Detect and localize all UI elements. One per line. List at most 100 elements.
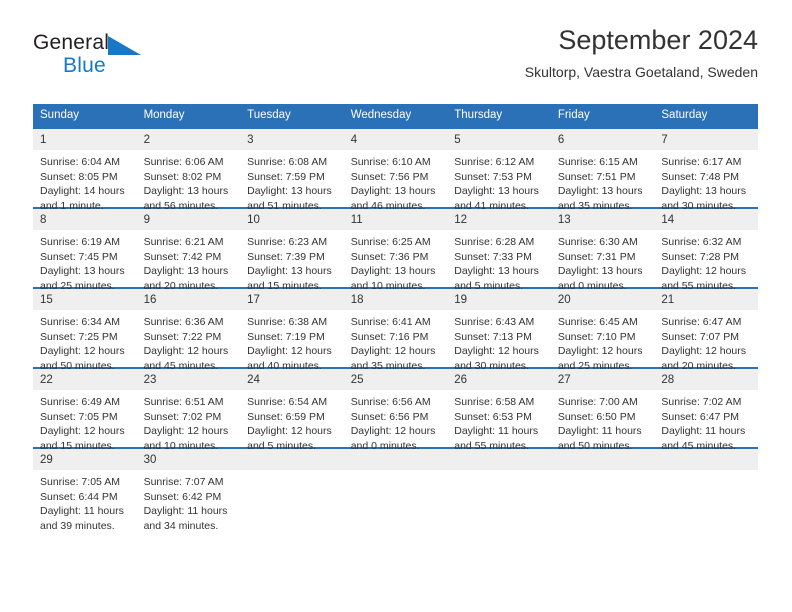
day-cell[interactable]: 20 Sunrise: 6:45 AM Sunset: 7:10 PM Dayligh… [550, 287, 655, 372]
daylight-text-line1: Daylight: 12 hours [143, 425, 229, 438]
sunset-text: Sunset: 7:53 PM [454, 170, 532, 183]
sunset-text: Sunset: 7:45 PM [40, 250, 118, 263]
day-cell[interactable]: 21 Sunrise: 6:47 AM Sunset: 7:07 PM Dayligh… [654, 287, 758, 372]
day-number: 20 [550, 289, 655, 310]
day-cell[interactable]: 23 Sunrise: 6:51 AM Sunset: 7:02 PM Dayligh… [136, 367, 241, 452]
sunrise-text: Sunrise: 6:19 AM [40, 236, 120, 248]
sunset-text: Sunset: 6:47 PM [661, 410, 740, 423]
daylight-text-line1: Daylight: 13 hours [247, 185, 332, 198]
day-details: Sunrise: 7:02 AM Sunset: 6:47 PM Daylight:… [654, 390, 758, 453]
page-subtitle: Skultorp, Vaestra Goetaland, Sweden [524, 64, 758, 80]
brand-logo: General Blue [33, 32, 233, 86]
sunset-text: Sunset: 7:28 PM [661, 250, 740, 263]
sunset-text: Sunset: 7:36 PM [350, 250, 429, 263]
day-number: 4 [343, 129, 448, 150]
day-cell[interactable]: 13 Sunrise: 6:30 AM Sunset: 7:31 PM Dayligh… [550, 207, 655, 292]
day-cell[interactable]: 8 Sunrise: 6:19 AM Sunset: 7:45 PM Daylight… [33, 207, 137, 292]
day-cell[interactable]: 18 Sunrise: 6:41 AM Sunset: 7:16 PM Dayligh… [343, 287, 448, 372]
day-cell[interactable]: 9 Sunrise: 6:21 AM Sunset: 7:42 PM Daylight… [136, 207, 241, 292]
day-number: 21 [654, 289, 758, 310]
day-cell[interactable]: 25 Sunrise: 6:56 AM Sunset: 6:56 PM Dayligh… [343, 367, 448, 452]
day-number: 5 [447, 129, 551, 150]
day-cell[interactable]: 22 Sunrise: 6:49 AM Sunset: 7:05 PM Dayligh… [33, 367, 137, 452]
day-cell[interactable]: 12 Sunrise: 6:28 AM Sunset: 7:33 PM Dayligh… [447, 207, 551, 292]
day-cell[interactable]: 7 Sunrise: 6:17 AM Sunset: 7:48 PM Daylight… [654, 127, 758, 212]
sunrise-text: Sunrise: 7:07 AM [143, 476, 224, 488]
day-cell[interactable]: 6 Sunrise: 6:15 AM Sunset: 7:51 PM Daylight… [550, 127, 655, 212]
day-details: Sunrise: 6:12 AM Sunset: 7:53 PM Daylight:… [447, 150, 551, 213]
day-number: 19 [447, 289, 551, 310]
day-details: Sunrise: 6:41 AM Sunset: 7:16 PM Daylight:… [344, 310, 448, 373]
daylight-text-line1: Daylight: 12 hours [350, 425, 436, 438]
sunrise-text: Sunrise: 7:05 AM [40, 476, 120, 488]
column-header-tuesday: Tuesday [240, 104, 344, 128]
sunrise-text: Sunrise: 6:23 AM [247, 236, 328, 248]
day-cell[interactable]: 19 Sunrise: 6:43 AM Sunset: 7:13 PM Dayligh… [447, 287, 551, 372]
day-number: 28 [654, 369, 758, 390]
calendar-header-row: Sunday Monday Tuesday Wednesday Thursday… [33, 104, 758, 128]
day-cell[interactable]: 2 Sunrise: 6:06 AM Sunset: 8:02 PM Daylight… [136, 127, 241, 212]
day-number: 25 [343, 369, 448, 390]
day-number: 6 [550, 129, 655, 150]
day-cell[interactable]: 26 Sunrise: 6:58 AM Sunset: 6:53 PM Dayligh… [447, 367, 551, 452]
day-cell[interactable]: 4 Sunrise: 6:10 AM Sunset: 7:56 PM Daylight… [343, 127, 448, 212]
day-details: Sunrise: 6:32 AM Sunset: 7:28 PM Daylight:… [654, 230, 758, 293]
calendar-week-row: 22 Sunrise: 6:49 AM Sunset: 7:05 PM Dayligh… [33, 367, 758, 452]
day-number: 24 [240, 369, 344, 390]
day-cell[interactable]: 3 Sunrise: 6:08 AM Sunset: 7:59 PM Daylight… [240, 127, 344, 212]
day-number: 3 [240, 129, 344, 150]
sunset-text: Sunset: 7:07 PM [661, 330, 740, 343]
daylight-text-line1: Daylight: 11 hours [143, 505, 228, 518]
day-number [240, 449, 344, 470]
sunrise-text: Sunrise: 6:56 AM [350, 396, 431, 408]
sunset-text: Sunset: 7:59 PM [247, 170, 325, 183]
day-cell[interactable]: 1 Sunrise: 6:04 AM Sunset: 8:05 PM Daylight… [33, 127, 137, 212]
daylight-text-line1: Daylight: 13 hours [557, 185, 643, 198]
sunset-text: Sunset: 7:16 PM [350, 330, 429, 343]
day-number: 7 [654, 129, 758, 150]
day-number: 2 [136, 129, 241, 150]
daylight-text-line1: Daylight: 14 hours [40, 185, 125, 198]
column-header-monday: Monday [136, 104, 241, 128]
daylight-text-line1: Daylight: 12 hours [557, 345, 643, 358]
title-block: September 2024 Skultorp, Vaestra Goetala… [525, 24, 758, 82]
sunset-text: Sunset: 8:02 PM [143, 170, 222, 183]
day-cell[interactable]: 24 Sunrise: 6:54 AM Sunset: 6:59 PM Dayligh… [240, 367, 344, 452]
sunrise-text: Sunrise: 6:17 AM [661, 156, 742, 168]
day-cell[interactable]: 15 Sunrise: 6:34 AM Sunset: 7:25 PM Dayligh… [33, 287, 137, 372]
day-number: 12 [447, 209, 551, 230]
day-details: Sunrise: 7:07 AM Sunset: 6:42 PM Daylight:… [137, 470, 241, 533]
sunrise-text: Sunrise: 7:02 AM [661, 396, 742, 408]
day-cell[interactable]: 10 Sunrise: 6:23 AM Sunset: 7:39 PM Dayligh… [240, 207, 344, 292]
calendar-week-row: 15 Sunrise: 6:34 AM Sunset: 7:25 PM Dayligh… [33, 287, 758, 372]
daylight-text-line1: Daylight: 13 hours [247, 265, 332, 278]
day-number [447, 449, 551, 470]
day-cell-empty [550, 447, 655, 527]
day-cell[interactable]: 30 Sunrise: 7:07 AM Sunset: 6:42 PM Dayligh… [136, 447, 241, 532]
page-title: September 2024 [558, 25, 758, 55]
daylight-text-line1: Daylight: 11 hours [454, 425, 539, 438]
day-cell-empty [654, 447, 758, 527]
sunrise-text: Sunrise: 7:00 AM [557, 396, 638, 408]
day-details: Sunrise: 7:05 AM Sunset: 6:44 PM Daylight:… [33, 470, 137, 533]
day-number: 23 [136, 369, 241, 390]
sunset-text: Sunset: 7:33 PM [454, 250, 532, 263]
sunrise-text: Sunrise: 6:12 AM [454, 156, 535, 168]
day-cell[interactable]: 16 Sunrise: 6:36 AM Sunset: 7:22 PM Dayligh… [136, 287, 241, 372]
sunrise-text: Sunrise: 6:54 AM [247, 396, 328, 408]
sunrise-text: Sunrise: 6:43 AM [454, 316, 535, 328]
daylight-text-line1: Daylight: 13 hours [350, 265, 436, 278]
sunrise-text: Sunrise: 6:06 AM [143, 156, 224, 168]
daylight-text-line1: Daylight: 13 hours [143, 185, 229, 198]
day-cell[interactable]: 29 Sunrise: 7:05 AM Sunset: 6:44 PM Dayligh… [33, 447, 137, 532]
day-cell[interactable]: 27 Sunrise: 7:00 AM Sunset: 6:50 PM Dayligh… [550, 367, 655, 452]
calendar-table: Sunday Monday Tuesday Wednesday Thursday… [33, 104, 758, 532]
day-cell[interactable]: 14 Sunrise: 6:32 AM Sunset: 7:28 PM Dayligh… [654, 207, 758, 292]
day-cell[interactable]: 11 Sunrise: 6:25 AM Sunset: 7:36 PM Dayligh… [343, 207, 448, 292]
day-cell[interactable]: 5 Sunrise: 6:12 AM Sunset: 7:53 PM Daylight… [447, 127, 551, 212]
day-number: 16 [136, 289, 241, 310]
sunrise-text: Sunrise: 6:51 AM [143, 396, 224, 408]
day-cell[interactable]: 28 Sunrise: 7:02 AM Sunset: 6:47 PM Dayligh… [654, 367, 758, 452]
daylight-text-line1: Daylight: 11 hours [557, 425, 642, 438]
day-cell[interactable]: 17 Sunrise: 6:38 AM Sunset: 7:19 PM Dayligh… [240, 287, 344, 372]
